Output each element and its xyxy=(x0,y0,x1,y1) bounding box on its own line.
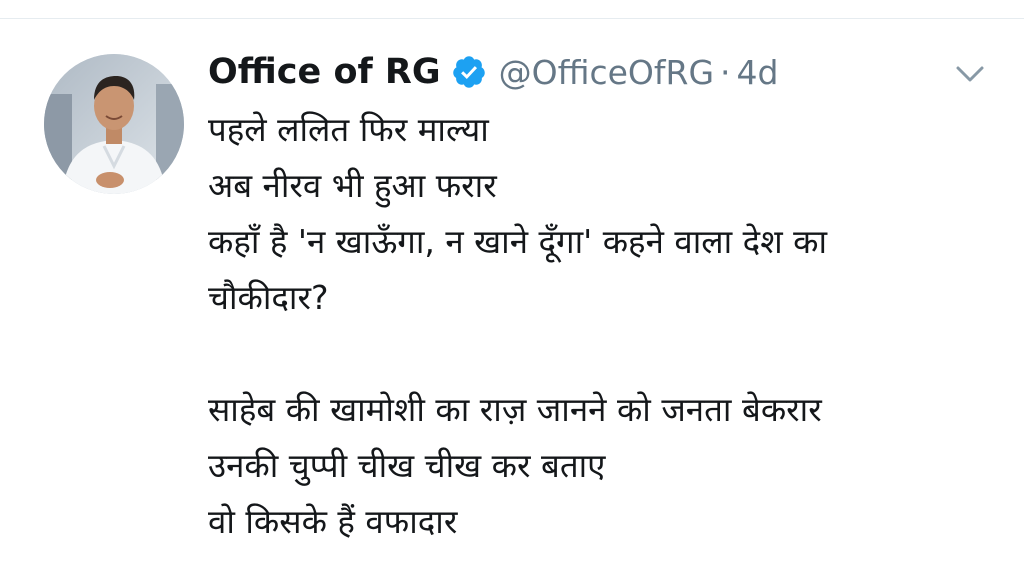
timestamp-link[interactable]: 4d xyxy=(737,53,779,92)
tweet-line: अब नीरव भी हुआ फरार xyxy=(208,166,497,205)
user-handle[interactable]: @OfficeOfRG xyxy=(499,53,714,92)
tweet-line: पहले ललित फिर माल्या xyxy=(208,110,489,149)
display-name[interactable]: Office of RG xyxy=(208,52,441,92)
stanza-gap xyxy=(208,326,1008,382)
avatar-photo xyxy=(44,54,184,194)
tweet-line: उनकी चुप्पी चीख चीख कर बताए xyxy=(208,446,606,485)
tweet-line: चौकीदार? xyxy=(208,278,329,317)
chevron-down-icon[interactable] xyxy=(952,60,988,88)
divider xyxy=(0,18,1024,19)
avatar[interactable] xyxy=(44,54,184,194)
tweet-line: वो किसके हैं वफादार xyxy=(208,502,458,541)
separator-dot: · xyxy=(720,52,731,92)
verified-badge-icon xyxy=(451,54,487,90)
tweet-line: कहाँ है 'न खाऊँगा, न खाने दूँगा' कहने वा… xyxy=(208,222,828,261)
tweet-card: Office of RG @OfficeOfRG · 4d पहले ललित … xyxy=(0,0,1024,578)
tweet-header: Office of RG @OfficeOfRG · 4d xyxy=(208,44,778,100)
tweet-text: पहले ललित फिर माल्या अब नीरव भी हुआ फरार… xyxy=(208,102,1008,550)
tweet-line: साहेब की खामोशी का राज़ जानने को जनता बे… xyxy=(208,390,822,429)
